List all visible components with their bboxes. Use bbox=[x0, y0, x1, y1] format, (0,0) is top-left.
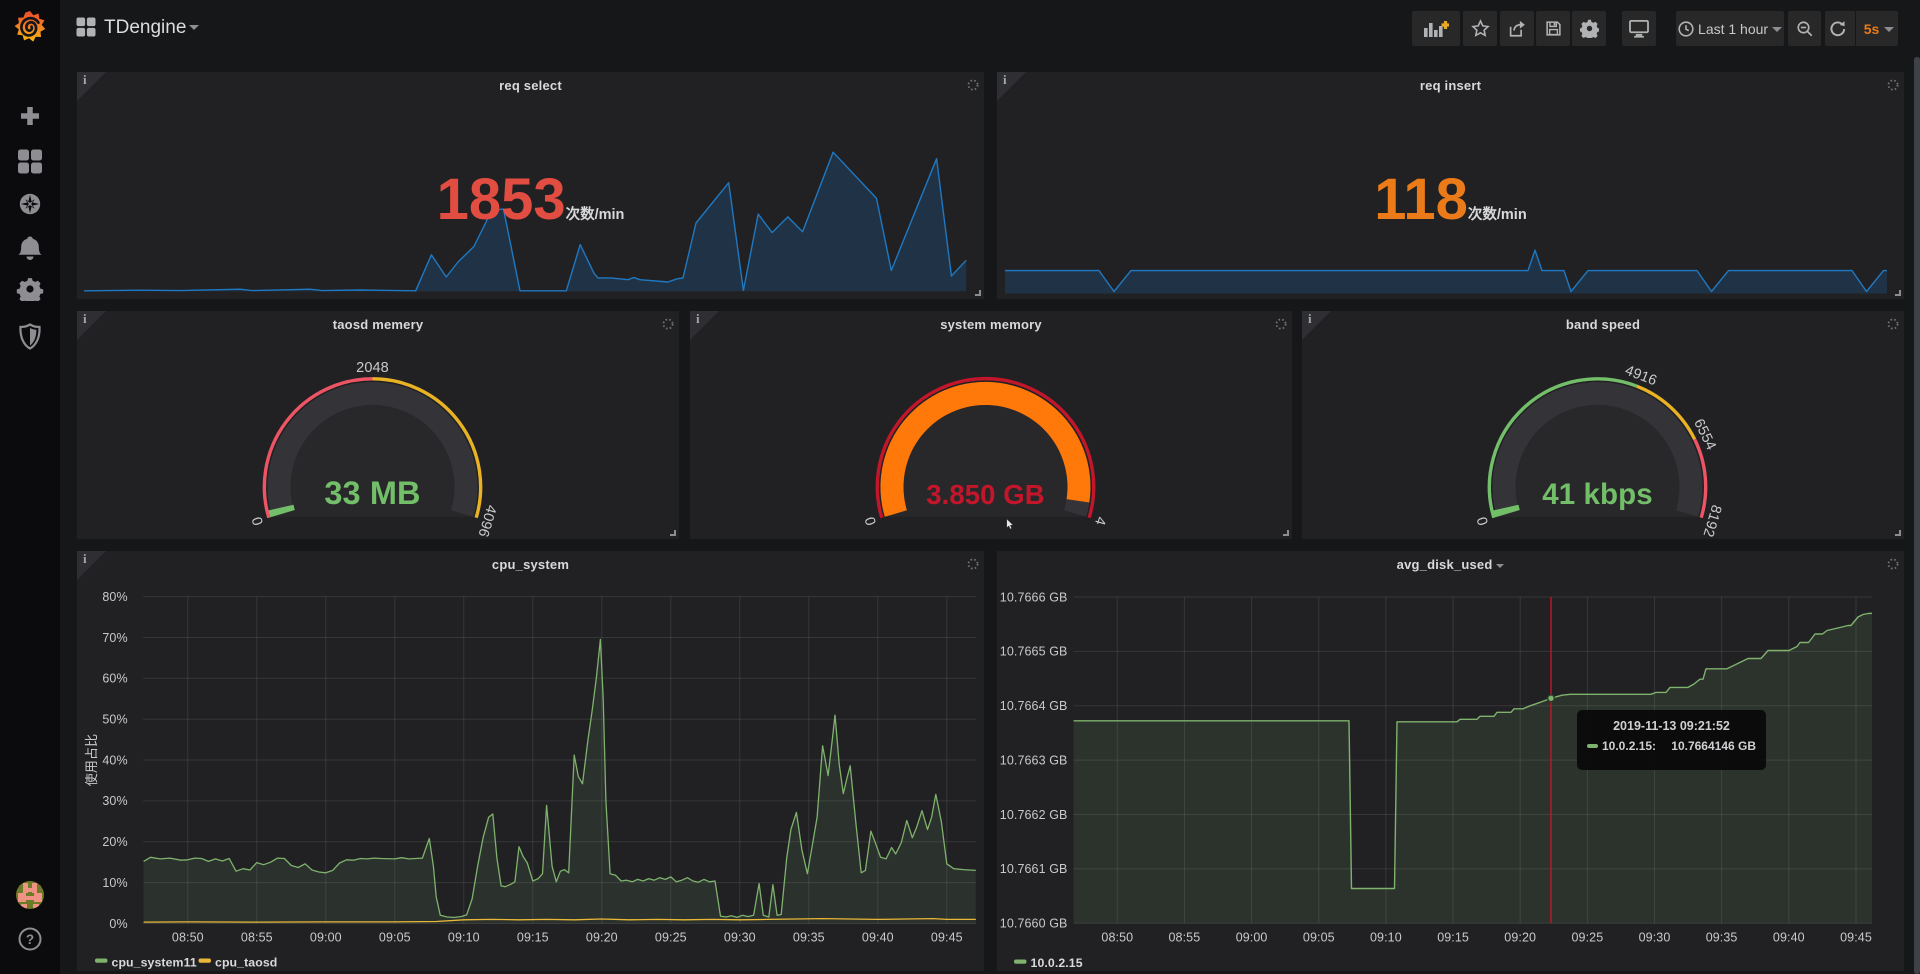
svg-text:08:55: 08:55 bbox=[241, 931, 273, 945]
svg-text:10.0.2.15: 10.0.2.15 bbox=[1031, 956, 1083, 970]
svg-text:09:05: 09:05 bbox=[1303, 931, 1335, 945]
svg-text:使用占比: 使用占比 bbox=[84, 734, 99, 786]
svg-text:09:00: 09:00 bbox=[1236, 931, 1268, 945]
svg-text:10.7664 GB: 10.7664 GB bbox=[1000, 699, 1068, 713]
svg-text:cpu_taosd: cpu_taosd bbox=[215, 956, 277, 970]
svg-text:60%: 60% bbox=[102, 672, 127, 686]
svg-text:09:00: 09:00 bbox=[310, 931, 342, 945]
svg-text:10.7663 GB: 10.7663 GB bbox=[1000, 753, 1068, 767]
svg-text:33 MB: 33 MB bbox=[324, 475, 420, 511]
svg-text:09:35: 09:35 bbox=[1706, 931, 1738, 945]
svg-text:10.7660 GB: 10.7660 GB bbox=[1000, 917, 1068, 931]
svg-text:40%: 40% bbox=[102, 753, 127, 767]
svg-text:08:50: 08:50 bbox=[1101, 931, 1133, 945]
svg-text:20%: 20% bbox=[102, 835, 127, 849]
svg-text:09:25: 09:25 bbox=[655, 931, 687, 945]
svg-text:10.7661 GB: 10.7661 GB bbox=[1000, 862, 1068, 876]
svg-text:41 kbps: 41 kbps bbox=[1542, 478, 1653, 511]
svg-text:09:20: 09:20 bbox=[586, 931, 618, 945]
svg-text:09:40: 09:40 bbox=[1773, 931, 1805, 945]
svg-text:09:25: 09:25 bbox=[1572, 931, 1604, 945]
svg-text:4916: 4916 bbox=[1623, 363, 1659, 390]
svg-text:08:50: 08:50 bbox=[172, 931, 204, 945]
svg-text:09:30: 09:30 bbox=[724, 931, 756, 945]
svg-text:70%: 70% bbox=[102, 631, 127, 645]
svg-text:09:10: 09:10 bbox=[1370, 931, 1402, 945]
svg-text:09:35: 09:35 bbox=[793, 931, 825, 945]
svg-text:0%: 0% bbox=[109, 917, 127, 931]
svg-text:?: ? bbox=[26, 932, 34, 947]
svg-text:09:15: 09:15 bbox=[517, 931, 549, 945]
svg-text:80%: 80% bbox=[102, 590, 127, 604]
svg-text:2048: 2048 bbox=[356, 360, 389, 376]
svg-text:10.7666 GB: 10.7666 GB bbox=[1000, 590, 1068, 604]
svg-text:10.7665 GB: 10.7665 GB bbox=[1000, 645, 1068, 659]
svg-text:08:55: 08:55 bbox=[1169, 931, 1201, 945]
svg-text:09:40: 09:40 bbox=[862, 931, 894, 945]
svg-text:cpu_system11: cpu_system11 bbox=[112, 956, 197, 970]
svg-text:0: 0 bbox=[862, 515, 880, 527]
svg-text:0: 0 bbox=[1474, 515, 1492, 527]
svg-text:09:10: 09:10 bbox=[448, 931, 480, 945]
svg-text:30%: 30% bbox=[102, 794, 127, 808]
svg-text:09:45: 09:45 bbox=[931, 931, 963, 945]
svg-text:09:30: 09:30 bbox=[1639, 931, 1671, 945]
svg-text:3.850 GB: 3.850 GB bbox=[926, 479, 1045, 510]
svg-text:4: 4 bbox=[1091, 515, 1109, 527]
svg-text:10.7662 GB: 10.7662 GB bbox=[1000, 808, 1068, 822]
svg-text:09:45: 09:45 bbox=[1840, 931, 1872, 945]
svg-text:0: 0 bbox=[249, 515, 267, 527]
svg-text:09:15: 09:15 bbox=[1437, 931, 1469, 945]
svg-text:09:05: 09:05 bbox=[379, 931, 411, 945]
svg-text:10%: 10% bbox=[102, 876, 127, 890]
svg-text:50%: 50% bbox=[102, 713, 127, 727]
svg-text:09:20: 09:20 bbox=[1504, 931, 1536, 945]
